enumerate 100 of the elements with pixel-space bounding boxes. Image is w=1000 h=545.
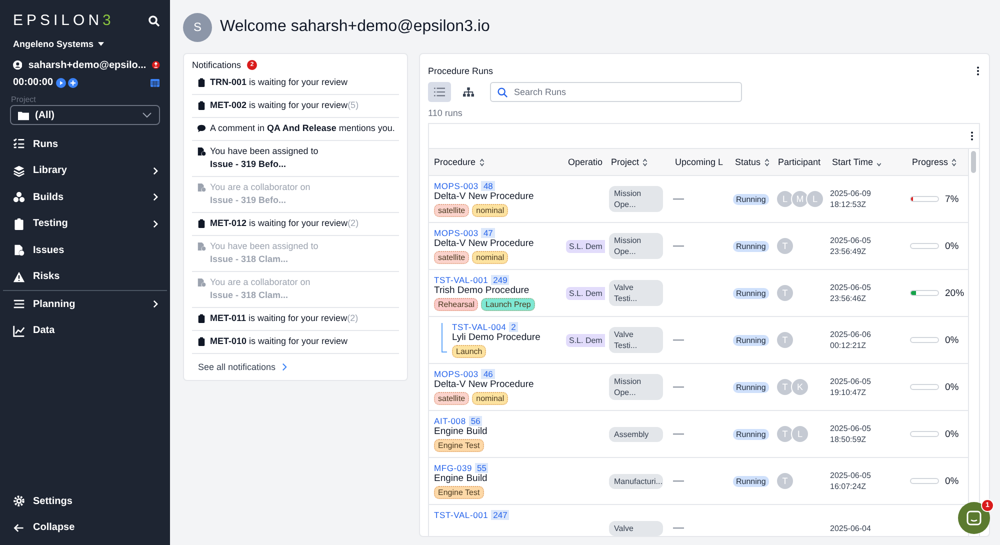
empty-value: — [673,428,684,440]
start-time: 2025-06-06 00:12:21Z [830,329,871,351]
start-time: 2025-06-04 [830,522,871,534]
tag: Launch Prep [481,298,535,311]
page-title: Welcome saharsh+demo@epsilon3.io [220,18,490,36]
notification-item[interactable]: TRN-001 is waiting for your review [192,72,399,95]
calendar-icon[interactable] [150,78,160,88]
procedure-link[interactable]: MOPS-003 [434,228,478,238]
empty-value: — [673,193,684,205]
sort-icon[interactable] [478,158,485,166]
participant-avatar: T [776,472,794,490]
column-header[interactable]: Start Time [832,157,874,167]
procedure-link[interactable]: AIT-008 [434,416,466,426]
nav-item[interactable]: Settings [0,488,170,514]
nav-item[interactable]: Risks [0,264,170,290]
menu-icon [13,298,25,310]
chevron-icon [153,166,158,175]
caret-icon[interactable] [98,42,104,46]
procedure-link[interactable]: TST-VAL-001 [434,510,488,520]
empty-value: — [673,334,684,346]
sort-icon[interactable] [642,158,648,166]
search-icon[interactable] [148,14,160,26]
project-pill: Mission Ope... [609,186,663,212]
sort-icon[interactable] [951,158,958,166]
notification-item[interactable]: MET-012 is waiting for your review(2) [192,213,399,236]
tag: Engine Test [434,486,484,499]
nav-item[interactable]: Collapse [0,514,170,541]
nav-item[interactable]: Testing [0,210,170,237]
participant-avatar: T [776,378,794,396]
procedure-link[interactable]: TST-VAL-001 [434,274,488,284]
timer: 00:00:00 [13,77,54,88]
add-icon[interactable] [68,78,78,88]
procedure-link[interactable]: TST-VAL-004 [452,322,506,332]
sort-icon[interactable] [764,158,770,166]
progress-bar [910,478,939,484]
search-icon [497,86,508,98]
procedure-link[interactable]: MOPS-003 [434,368,478,378]
clipboard-icon [13,218,25,230]
progress-value: 20% [945,288,964,298]
column-header[interactable]: Upcoming L [675,157,724,167]
status-badge: Running [733,288,769,298]
notification-item[interactable]: MET-011 is waiting for your review(2) [192,308,399,331]
operation-pill: S.L. Dem [566,240,606,252]
run-number: 47 [481,228,495,238]
start-time: 2025-06-05 23:56:46Z [830,282,871,304]
participant-avatar: K [791,378,809,396]
run-number: 56 [468,416,482,426]
column-header[interactable]: Status [735,157,761,167]
chevron-icon [142,110,152,120]
start-time: 2025-06-09 18:12:53Z [830,188,871,210]
procedure-name: Delta-V New Procedure [434,238,534,250]
folder-icon [18,110,29,120]
empty-value: — [673,381,684,393]
chevron-icon[interactable] [282,363,287,371]
participant-avatar: L [791,425,809,443]
tag: nominal [472,392,508,405]
procedure-name: Trish Demo Procedure [434,285,530,297]
notification-item[interactable]: You have been assigned to Issue - 319 Befo... [192,141,399,177]
document-icon [197,242,206,251]
column-header[interactable]: Progress [912,157,948,167]
notification-item[interactable]: A comment in QA And Release mentions you. [192,118,399,141]
nav-item[interactable]: Runs [0,131,170,158]
arrow-left-icon [13,522,25,534]
search-field[interactable]: Search Runs [490,82,742,102]
participant-avatar: L [776,190,794,208]
progress-bar [910,431,939,437]
nav-item[interactable]: Library [0,158,170,184]
play-icon[interactable] [56,78,66,88]
participant-avatar: T [776,284,794,302]
more-icon[interactable] [970,131,974,141]
start-time: 2025-06-05 18:50:59Z [830,423,871,445]
user-email[interactable]: saharsh+demo@epsilo... [28,60,146,70]
nav-item[interactable]: Builds [0,184,170,210]
column-header[interactable]: Project [611,157,640,167]
clipboard-icon [197,101,206,110]
nav-item[interactable]: Planning [0,291,170,318]
procedure-name: Delta-V New Procedure [434,379,534,391]
run-number: 55 [475,462,488,472]
tag: satellite [434,392,470,405]
status-badge: Running [733,194,769,204]
list-view-button[interactable] [428,82,451,102]
procedure-link[interactable]: MOPS-003 [434,180,478,190]
participant-avatar: T [776,425,794,443]
project-select[interactable]: (All) [10,105,160,125]
notification-item[interactable]: MET-010 is waiting for your review [192,331,399,354]
alert-icon[interactable] [152,60,160,70]
empty-value: — [673,522,684,534]
procedure-link[interactable]: MFG-039 [434,462,472,472]
column-header[interactable]: Operatio [568,157,603,167]
scrollbar-thumb[interactable] [971,151,976,173]
participant-avatar: M [791,190,809,208]
see-all-link[interactable]: See all notifications [198,362,276,372]
progress-value: 0% [945,382,959,392]
organization-selector[interactable]: Angeleno Systems [13,39,94,49]
notification-item[interactable]: MET-002 is waiting for your review(5) [192,95,399,118]
nav-item[interactable]: Issues [0,237,170,264]
nav-item[interactable]: Data [0,318,170,344]
column-header[interactable]: Procedure [434,157,476,167]
column-header[interactable]: Participant [778,157,821,167]
more-icon[interactable] [976,66,980,76]
